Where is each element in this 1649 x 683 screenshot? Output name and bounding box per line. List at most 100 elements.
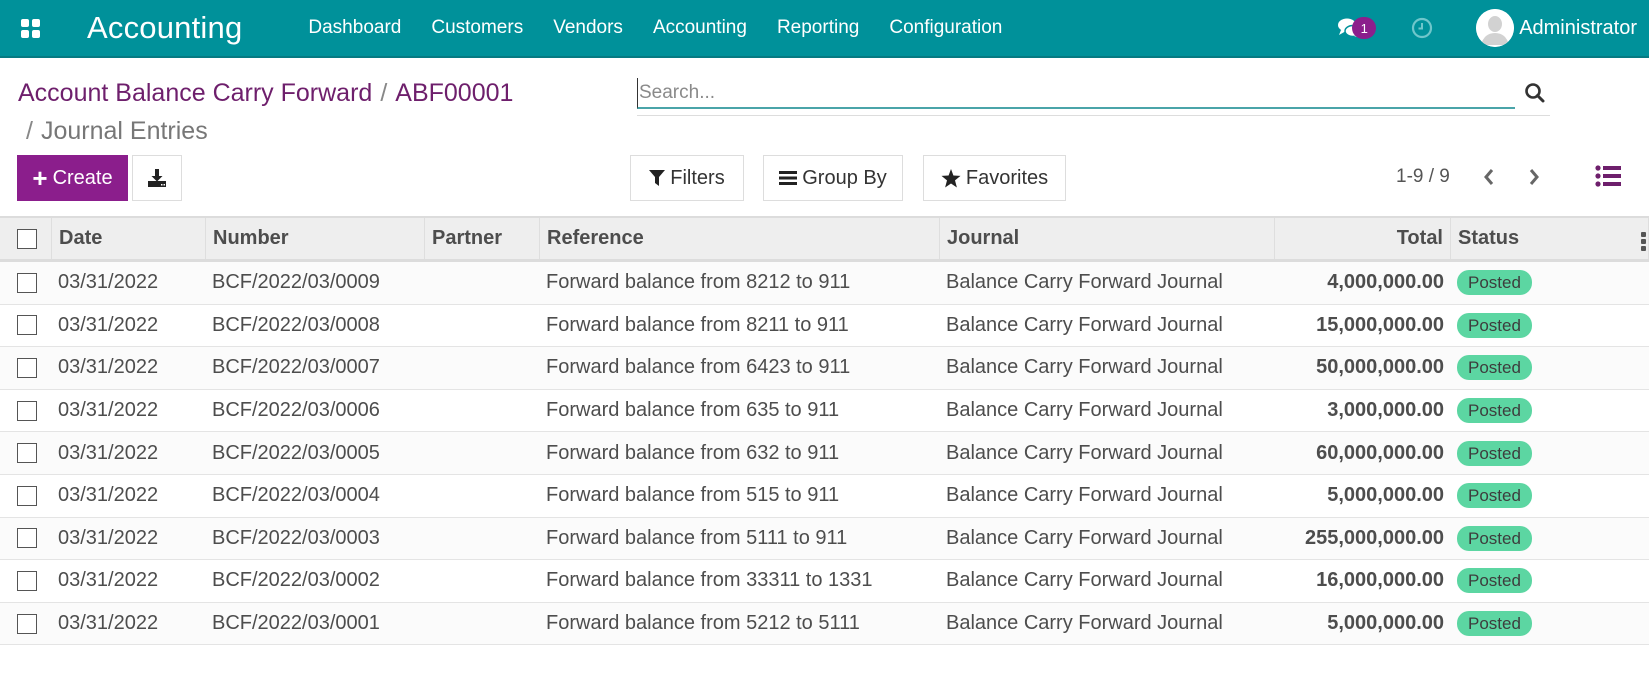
cell-journal: Balance Carry Forward Journal bbox=[946, 526, 1223, 549]
cell-date: 03/31/2022 bbox=[58, 612, 159, 635]
column-header-reference[interactable]: Reference bbox=[540, 218, 940, 259]
cell-date: 03/31/2022 bbox=[58, 271, 159, 294]
create-button-label: Create bbox=[52, 166, 113, 189]
cell-total: 255,000,000.00 bbox=[1304, 526, 1444, 549]
cell-total: 16,000,000.00 bbox=[1316, 569, 1444, 592]
row-checkbox[interactable] bbox=[17, 528, 37, 549]
cell-partner bbox=[425, 518, 540, 560]
activities-button[interactable] bbox=[1402, 8, 1442, 48]
chevron-left-icon bbox=[1484, 169, 1494, 185]
cell-number: BCF/2022/03/0003 bbox=[212, 526, 380, 549]
cell-number: BCF/2022/03/0001 bbox=[212, 612, 380, 635]
row-checkbox[interactable] bbox=[17, 613, 37, 634]
row-checkbox[interactable] bbox=[17, 400, 37, 421]
cell-date: 03/31/2022 bbox=[58, 569, 159, 592]
row-select-cell bbox=[0, 603, 52, 645]
table-row[interactable]: 03/31/2022 BCF/2022/03/0005 Forward bala… bbox=[0, 432, 1649, 475]
row-checkbox[interactable] bbox=[17, 272, 37, 293]
column-header-partner[interactable]: Partner bbox=[425, 218, 540, 259]
cell-partner bbox=[425, 347, 540, 389]
table-row[interactable]: 03/31/2022 BCF/2022/03/0006 Forward bala… bbox=[0, 389, 1649, 433]
table-row[interactable]: 03/31/2022 BCF/2022/03/0004 Forward bala… bbox=[0, 474, 1649, 518]
plus-icon: + bbox=[32, 163, 48, 193]
user-menu[interactable]: Administrator bbox=[1476, 9, 1649, 47]
table-row[interactable]: 03/31/2022 BCF/2022/03/0008 Forward bala… bbox=[0, 304, 1649, 348]
breadcrumb-separator: / bbox=[26, 117, 33, 145]
menu-configuration[interactable]: Configuration bbox=[889, 17, 1002, 39]
breadcrumb-item-record[interactable]: ABF00001 bbox=[395, 79, 513, 107]
row-checkbox[interactable] bbox=[17, 357, 37, 378]
table-row[interactable]: 03/31/2022 BCF/2022/03/0001 Forward bala… bbox=[0, 602, 1649, 646]
row-select-cell bbox=[0, 262, 52, 304]
menu-reporting[interactable]: Reporting bbox=[777, 17, 859, 39]
download-icon bbox=[148, 169, 166, 187]
search-input[interactable] bbox=[637, 78, 1515, 109]
status-badge: Posted bbox=[1457, 525, 1532, 551]
cell-partner bbox=[425, 390, 540, 432]
cell-number: BCF/2022/03/0002 bbox=[212, 569, 380, 592]
list-view-button[interactable] bbox=[1593, 163, 1623, 189]
menu-customers[interactable]: Customers bbox=[431, 17, 523, 39]
cell-reference: Forward balance from 632 to 911 bbox=[546, 441, 840, 464]
group-by-button[interactable]: Group By bbox=[763, 155, 903, 201]
table-row[interactable]: 03/31/2022 BCF/2022/03/0002 Forward bala… bbox=[0, 560, 1649, 603]
cell-reference: Forward balance from 5111 to 911 bbox=[546, 526, 848, 549]
chevron-right-icon bbox=[1529, 169, 1539, 185]
select-all-checkbox[interactable] bbox=[17, 228, 37, 249]
journal-entries-table: Date Number Partner Reference Journal To… bbox=[0, 216, 1649, 646]
cell-reference: Forward balance from 6423 to 911 bbox=[546, 356, 851, 379]
cell-total: 3,000,000.00 bbox=[1327, 399, 1444, 422]
status-badge: Posted bbox=[1457, 483, 1532, 509]
menu-accounting[interactable]: Accounting bbox=[653, 17, 747, 39]
cell-number: BCF/2022/03/0007 bbox=[212, 356, 380, 379]
status-badge: Posted bbox=[1457, 355, 1532, 381]
apps-menu-button[interactable] bbox=[0, 0, 60, 56]
column-header-total[interactable]: Total bbox=[1275, 218, 1451, 259]
cell-total: 15,000,000.00 bbox=[1316, 313, 1444, 336]
optional-columns-toggle[interactable] bbox=[1637, 218, 1649, 264]
favorites-button[interactable]: Favorites bbox=[923, 155, 1066, 201]
cell-journal: Balance Carry Forward Journal bbox=[946, 271, 1223, 294]
cell-reference: Forward balance from 5212 to 5111 bbox=[546, 612, 860, 635]
cell-number: BCF/2022/03/0008 bbox=[212, 313, 380, 336]
row-checkbox[interactable] bbox=[17, 443, 37, 464]
column-header-status[interactable]: Status bbox=[1451, 218, 1649, 259]
cell-status: Posted bbox=[1451, 262, 1649, 304]
column-header-journal[interactable]: Journal bbox=[940, 218, 1275, 259]
cell-partner bbox=[425, 432, 540, 474]
table-row[interactable]: 03/31/2022 BCF/2022/03/0007 Forward bala… bbox=[0, 347, 1649, 390]
cell-number: BCF/2022/03/0004 bbox=[212, 484, 380, 507]
status-badge: Posted bbox=[1457, 312, 1532, 338]
cell-date: 03/31/2022 bbox=[58, 313, 159, 336]
cell-partner bbox=[425, 560, 540, 602]
cell-journal: Balance Carry Forward Journal bbox=[946, 484, 1223, 507]
column-header-number[interactable]: Number bbox=[206, 218, 425, 259]
menu-dashboard[interactable]: Dashboard bbox=[308, 17, 401, 39]
cell-date: 03/31/2022 bbox=[58, 526, 159, 549]
create-button[interactable]: + Create bbox=[17, 155, 128, 201]
menu-vendors[interactable]: Vendors bbox=[553, 17, 623, 39]
row-checkbox[interactable] bbox=[17, 570, 37, 591]
cell-reference: Forward balance from 515 to 911 bbox=[546, 484, 840, 507]
row-select-cell bbox=[0, 475, 52, 517]
cell-total: 5,000,000.00 bbox=[1327, 484, 1444, 507]
search-bar bbox=[637, 78, 1550, 116]
table-row[interactable]: 03/31/2022 BCF/2022/03/0009 Forward bala… bbox=[0, 262, 1649, 305]
filters-button[interactable]: Filters bbox=[630, 155, 744, 201]
status-badge: Posted bbox=[1457, 398, 1532, 424]
messages-button[interactable]: 1 bbox=[1330, 8, 1377, 48]
pager-next-button[interactable] bbox=[1522, 164, 1546, 190]
breadcrumb-item-balance-carry-forward[interactable]: Account Balance Carry Forward bbox=[18, 79, 372, 107]
row-checkbox[interactable] bbox=[17, 485, 37, 506]
table-row[interactable]: 03/31/2022 BCF/2022/03/0003 Forward bala… bbox=[0, 517, 1649, 561]
pager-value[interactable]: 1-9 / 9 bbox=[1396, 166, 1450, 188]
export-button[interactable] bbox=[132, 155, 182, 201]
pager-previous-button[interactable] bbox=[1477, 164, 1501, 190]
row-select-cell bbox=[0, 518, 52, 560]
cell-date: 03/31/2022 bbox=[58, 484, 159, 507]
search-icon[interactable] bbox=[1524, 82, 1546, 109]
cell-partner bbox=[425, 305, 540, 347]
row-checkbox[interactable] bbox=[17, 315, 37, 336]
column-header-date[interactable]: Date bbox=[52, 218, 206, 259]
cell-journal: Balance Carry Forward Journal bbox=[946, 399, 1223, 422]
